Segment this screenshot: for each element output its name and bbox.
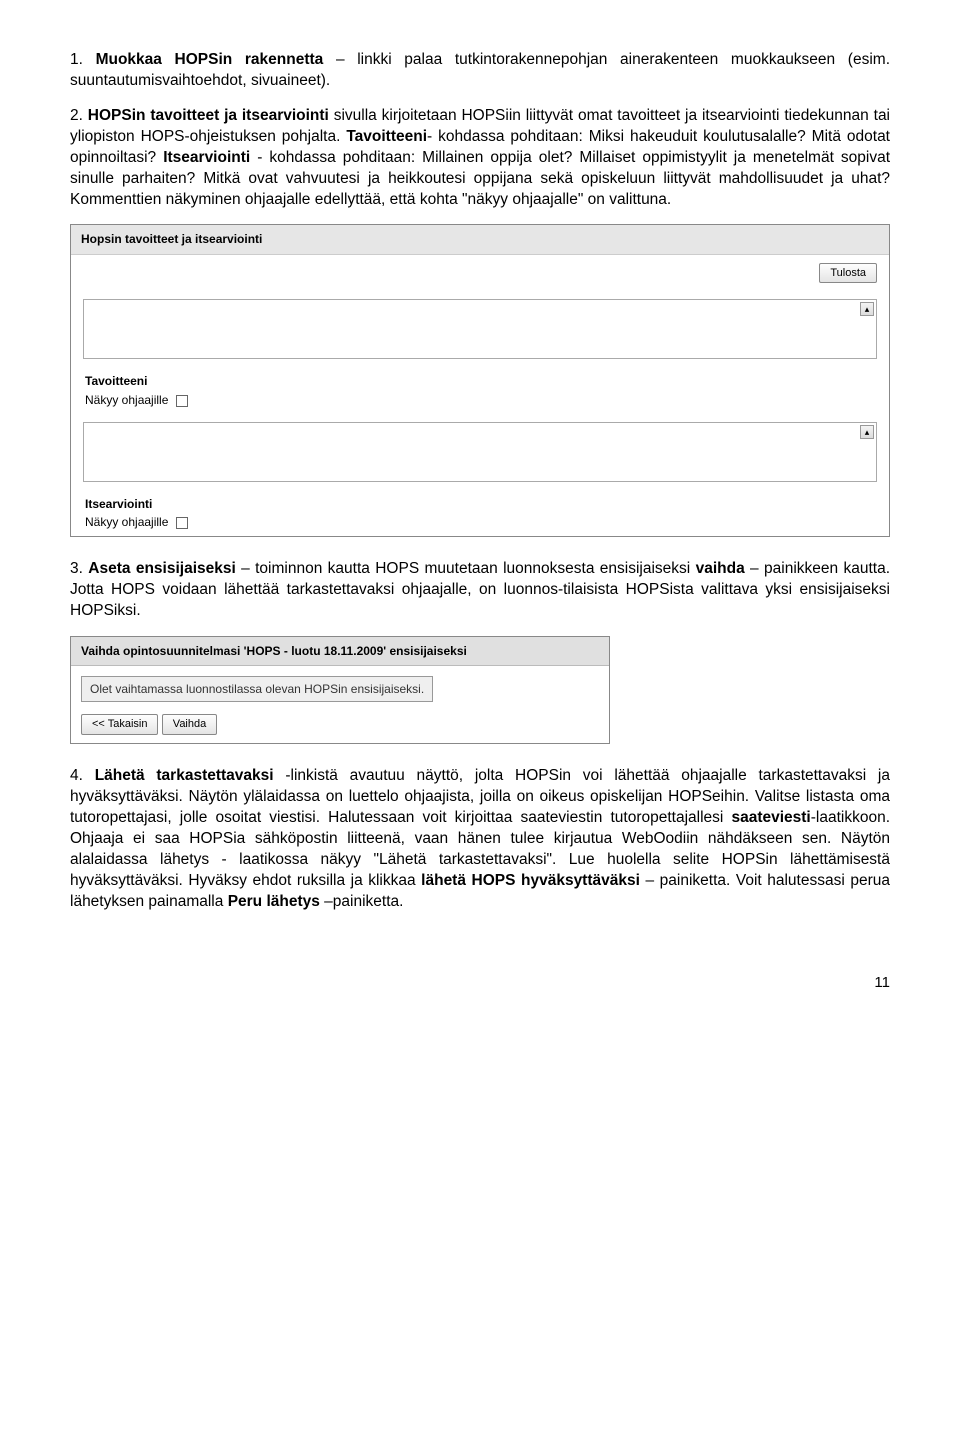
- screenshot2-title: Vaihda opintosuunnitelmasi 'HOPS - luotu…: [71, 637, 609, 666]
- screenshot2-info: Olet vaihtamassa luonnostilassa olevan H…: [71, 666, 609, 706]
- screenshot1-title: Hopsin tavoitteet ja itsearviointi: [71, 225, 889, 254]
- itsearviointi-visibility-checkbox[interactable]: [176, 517, 188, 529]
- itsearviointi-visibility-row: Näkyy ohjaajille: [71, 512, 889, 536]
- paragraph-2: 2. HOPSin tavoitteet ja itsearviointi si…: [70, 106, 890, 211]
- bold-laheta-hops: lähetä HOPS hyväksyttäväksi: [421, 872, 640, 889]
- page-number: 11: [70, 973, 890, 993]
- screenshot-tavoitteet-itsearviointi: Hopsin tavoitteet ja itsearviointi Tulos…: [70, 224, 890, 537]
- change-button[interactable]: Vaihda: [162, 714, 217, 735]
- bold-laheta-tarkastettavaksi: Lähetä tarkastettavaksi: [95, 767, 274, 784]
- section-itsearviointi-label: Itsearviointi: [71, 490, 889, 512]
- screenshot-vaihda-ensisijaiseksi: Vaihda opintosuunnitelmasi 'HOPS - luotu…: [70, 636, 610, 744]
- bold-tavoitteeni: Tavoitteeni: [346, 128, 427, 145]
- bold-itsearviointi: Itsearviointi: [163, 149, 250, 166]
- bold-vaihda: vaihda: [696, 560, 745, 577]
- paragraph-4: 4. Lähetä tarkastettavaksi -linkistä ava…: [70, 766, 890, 912]
- bold-muokkaa: Muokkaa HOPSin rakennetta: [96, 51, 324, 68]
- bold-aseta-ensisijaiseksi: Aseta ensisijaiseksi: [88, 560, 236, 577]
- paragraph-1: 1. Muokkaa HOPSin rakennetta – linkki pa…: [70, 50, 890, 92]
- tavoitteeni-visibility-checkbox[interactable]: [176, 395, 188, 407]
- back-button[interactable]: << Takaisin: [81, 714, 158, 735]
- print-button[interactable]: Tulosta: [819, 263, 877, 284]
- itsearviointi-textarea[interactable]: ▴: [83, 422, 877, 482]
- tavoitteeni-textarea[interactable]: ▴: [83, 299, 877, 359]
- scroll-up-icon[interactable]: ▴: [860, 425, 874, 439]
- bold-peru-lahetys: Peru lähetys: [228, 893, 320, 910]
- section-tavoitteeni-label: Tavoitteeni: [71, 367, 889, 389]
- screenshot2-button-row: << Takaisin Vaihda: [71, 706, 609, 743]
- bold-hopsin-tavoitteet: HOPSin tavoitteet ja itsearviointi: [88, 107, 329, 124]
- scroll-up-icon[interactable]: ▴: [860, 302, 874, 316]
- tavoitteeni-visibility-row: Näkyy ohjaajille: [71, 390, 889, 414]
- bold-saateviesti: saateviesti: [731, 809, 810, 826]
- screenshot1-toolbar: Tulosta: [71, 255, 889, 292]
- paragraph-3: 3. Aseta ensisijaiseksi – toiminnon kaut…: [70, 559, 890, 622]
